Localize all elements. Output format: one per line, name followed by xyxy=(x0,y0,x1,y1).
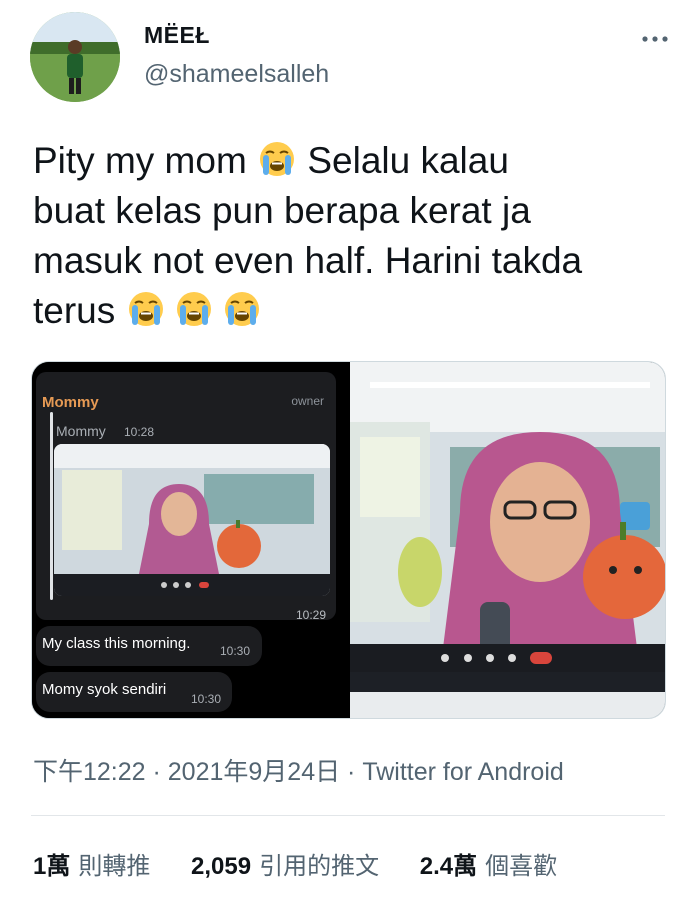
chat-owner-tag: owner xyxy=(291,394,324,408)
tweet-stats: 1萬 則轉推 2,059 引用的推文 2.4萬 個喜歡 xyxy=(33,846,591,881)
divider xyxy=(31,815,665,816)
class-video-photo[interactable] xyxy=(350,362,665,718)
chat-message-time: 10:30 xyxy=(191,692,222,706)
chat-bubble: My class this morning. 10:30 xyxy=(36,626,262,666)
tweet-media[interactable]: Mommy owner Mommy 10:28 10:29 My class t… xyxy=(31,361,666,719)
tweet-line-3: masuk not even half. Harini takda xyxy=(33,240,583,281)
ellipsis-icon[interactable] xyxy=(642,24,668,44)
like-count[interactable]: 2.4萬 個喜歡 xyxy=(420,846,557,881)
chat-screenshot[interactable]: Mommy owner Mommy 10:28 10:29 My class t… xyxy=(32,362,346,718)
retweet-count[interactable]: 1萬 則轉推 xyxy=(33,846,150,881)
tweet-timestamp[interactable]: 下午12:22 · 2021年9月24日 · Twitter for Andro… xyxy=(33,752,564,788)
crying-emoji-icon xyxy=(257,139,297,179)
crying-emoji-icon xyxy=(222,289,262,329)
chat-message-text: My class this morning. xyxy=(42,635,191,652)
tweet-line-2: buat kelas pun berapa kerat ja xyxy=(33,190,531,231)
reply-bar xyxy=(50,412,53,600)
chat-message-card: Mommy owner Mommy 10:28 10:29 xyxy=(36,372,336,622)
class-video-thumbnail[interactable] xyxy=(54,444,330,596)
tweet-line-1a: Pity my mom xyxy=(33,140,258,181)
crying-emoji-icon xyxy=(174,289,214,329)
tweet-text: Pity my mom Selalu kalau buat kelas pun … xyxy=(33,136,673,336)
chat-image-time: 10:29 xyxy=(295,608,326,622)
tweet-header: MËEŁ @shameelsalleh xyxy=(0,0,696,110)
avatar[interactable] xyxy=(30,12,120,102)
chat-message-text: Momy syok sendiri xyxy=(42,681,167,698)
reply-name: Mommy xyxy=(56,423,106,439)
crying-emoji-icon xyxy=(126,289,166,329)
user-handle[interactable]: @shameelsalleh xyxy=(144,60,329,89)
tweet-line-4: terus xyxy=(33,290,126,331)
display-name[interactable]: MËEŁ xyxy=(144,22,210,49)
chat-message-time: 10:30 xyxy=(220,644,251,658)
tweet-line-1b: Selalu kalau xyxy=(297,140,509,181)
reply-time: 10:28 xyxy=(124,425,155,439)
quote-count[interactable]: 2,059 引用的推文 xyxy=(191,846,379,881)
chat-sender: Mommy xyxy=(42,394,99,411)
chat-bubble: Momy syok sendiri 10:30 xyxy=(36,672,232,712)
